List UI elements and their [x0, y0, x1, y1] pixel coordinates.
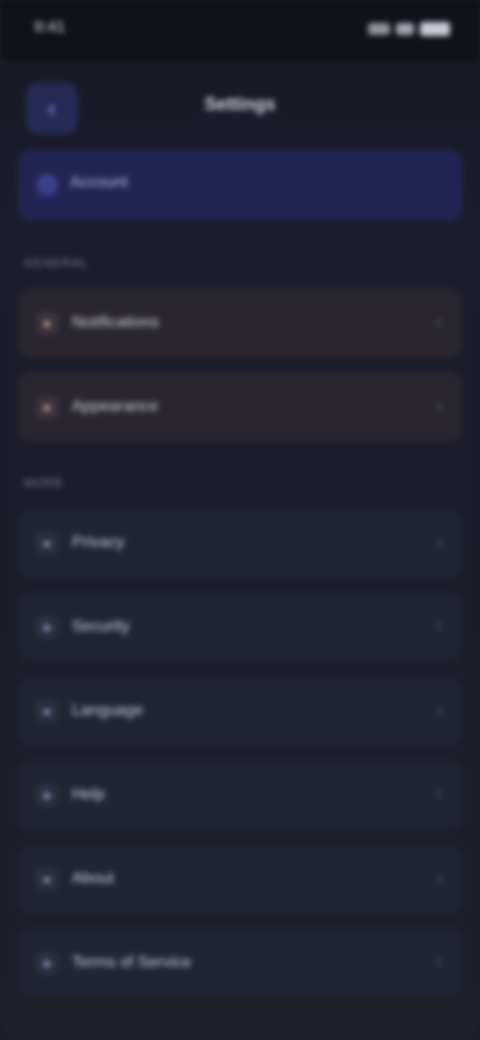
settings-item-help[interactable]: ● Help ›: [18, 760, 462, 830]
chevron-right-icon: ›: [436, 616, 442, 636]
avatar: [36, 174, 58, 196]
globe-icon: ●: [36, 700, 58, 722]
palette-icon: ●: [36, 396, 58, 418]
status-bar: 9:41: [0, 0, 480, 60]
back-button[interactable]: ‹: [26, 82, 78, 134]
header: ‹ Settings: [0, 60, 480, 150]
chevron-right-icon: ›: [436, 868, 442, 888]
chevron-left-icon: ‹: [47, 92, 57, 123]
account-banner-label: Account: [70, 174, 128, 191]
settings-item-label: Language: [72, 702, 144, 719]
chevron-right-icon: ›: [436, 700, 442, 720]
bell-icon: ●: [36, 312, 58, 334]
chevron-right-icon: ›: [436, 312, 442, 332]
battery-icon: [420, 22, 450, 36]
signal-icon: [368, 23, 390, 35]
settings-item-privacy[interactable]: ● Privacy ›: [18, 508, 462, 578]
settings-item-label: About: [72, 870, 114, 887]
settings-item-notifications[interactable]: ● Notifications ›: [18, 288, 462, 358]
section-label-more: More: [24, 476, 64, 490]
settings-item-language[interactable]: ● Language ›: [18, 676, 462, 746]
chevron-right-icon: ›: [436, 784, 442, 804]
settings-item-label: Privacy: [72, 534, 125, 551]
chevron-right-icon: ›: [436, 532, 442, 552]
settings-item-label: Appearance: [72, 398, 159, 415]
info-icon: ●: [36, 868, 58, 890]
page-title: Settings: [204, 94, 276, 114]
status-time: 9:41: [34, 19, 66, 36]
shield-icon: ●: [36, 616, 58, 638]
help-icon: ●: [36, 784, 58, 806]
section-label-general: General: [24, 256, 89, 270]
settings-item-security[interactable]: ● Security ›: [18, 592, 462, 662]
settings-item-appearance[interactable]: ● Appearance ›: [18, 372, 462, 442]
settings-item-label: Help: [72, 786, 105, 803]
settings-item-label: Notifications: [72, 314, 160, 331]
account-banner[interactable]: Account: [18, 150, 462, 220]
status-icons: [350, 20, 450, 38]
document-icon: ●: [36, 952, 58, 974]
settings-item-label: Security: [72, 618, 130, 635]
chevron-right-icon: ›: [436, 396, 442, 416]
settings-item-label: Terms of Service: [72, 954, 192, 971]
settings-item-about[interactable]: ● About ›: [18, 844, 462, 914]
wifi-icon: [396, 23, 414, 35]
lock-icon: ●: [36, 532, 58, 554]
app-screen: 9:41 ‹ Settings Account General ● Notifi…: [0, 0, 480, 1040]
settings-item-terms[interactable]: ● Terms of Service ›: [18, 928, 462, 998]
chevron-right-icon: ›: [436, 952, 442, 972]
